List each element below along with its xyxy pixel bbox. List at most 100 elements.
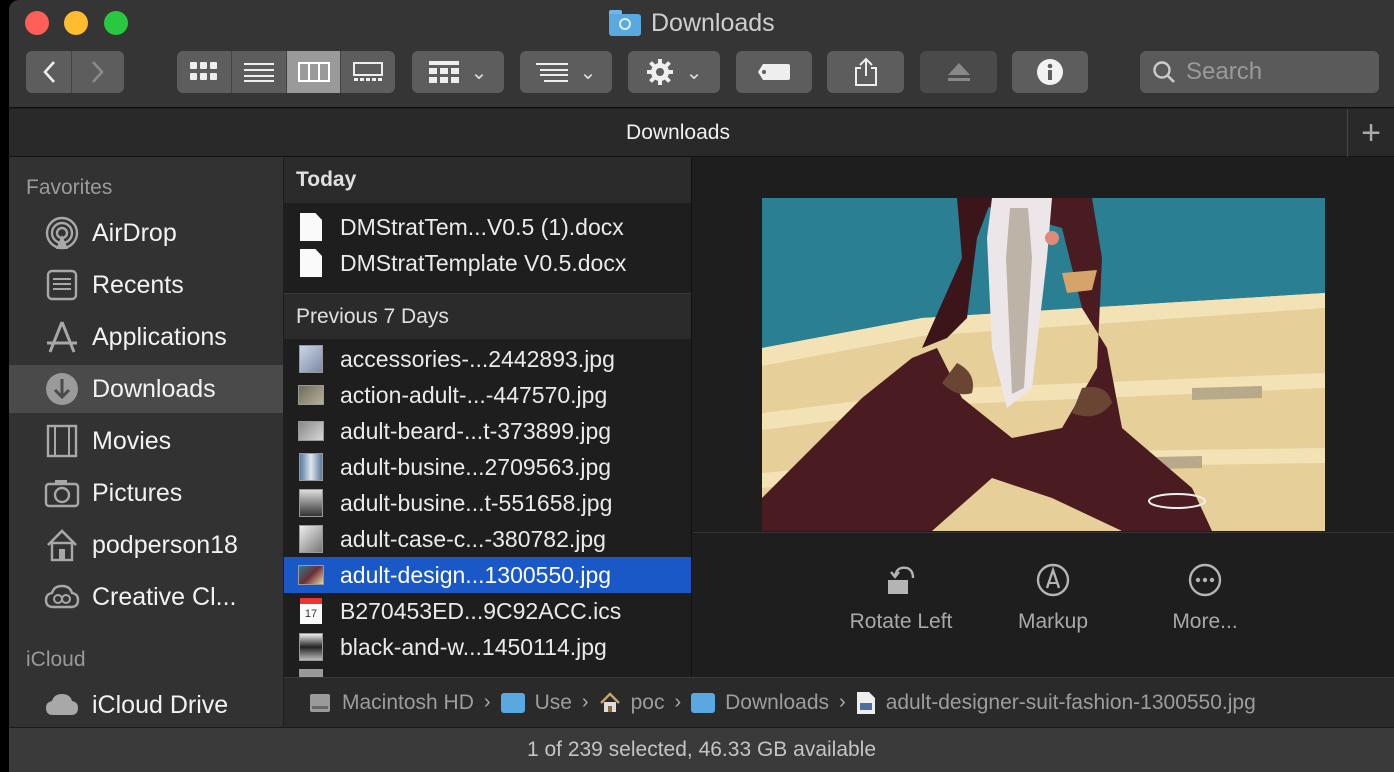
- sidebar-item-icloud-drive[interactable]: iCloud Drive: [9, 681, 283, 727]
- chevron-down-icon: ⌄: [579, 61, 597, 84]
- sidebar-item-label: Movies: [92, 426, 172, 455]
- columns-icon: [297, 62, 330, 82]
- list-view-button[interactable]: [232, 51, 287, 93]
- action-label: Rotate Left: [849, 610, 953, 633]
- chevron-down-icon: ⌄: [685, 61, 703, 84]
- image-thumbnail-icon: [298, 381, 324, 409]
- group-by-button[interactable]: ⌄: [412, 51, 504, 93]
- sidebar-item-downloads[interactable]: Downloads: [9, 365, 283, 413]
- image-file-icon: [856, 691, 875, 714]
- search-field[interactable]: [1140, 51, 1379, 93]
- file-row-selected[interactable]: adult-design...1300550.jpg: [284, 557, 691, 593]
- chevron-down-icon: ⌄: [470, 61, 488, 84]
- section-header-today: Today: [284, 157, 691, 203]
- new-tab-button[interactable]: +: [1347, 109, 1394, 157]
- search-input[interactable]: [1186, 58, 1366, 86]
- sidebar-item-label: Recents: [92, 270, 184, 299]
- file-row[interactable]: accessories-...2442893.jpg: [284, 341, 691, 377]
- path-item-downloads[interactable]: Downloads: [691, 691, 829, 715]
- sidebar-item-pictures[interactable]: Pictures: [9, 469, 283, 517]
- path-item-file[interactable]: adult-designer-suit-fashion-1300550.jpg: [856, 691, 1256, 715]
- title-toolbar: Downloads ⌄ ⌄ ⌄ Search: [9, 0, 1394, 108]
- downloads-folder-icon: [691, 692, 716, 713]
- home-icon: [599, 691, 620, 712]
- applications-icon: [43, 318, 81, 356]
- preview-divider: [693, 532, 1394, 533]
- cloud-icon: [43, 686, 81, 724]
- gallery-view-button[interactable]: [341, 51, 395, 93]
- action-menu-button[interactable]: ⌄: [628, 51, 720, 93]
- chevron-right-icon: [92, 61, 104, 83]
- sidebar-item-label: Pictures: [92, 478, 183, 507]
- airdrop-icon: [43, 214, 81, 252]
- image-thumbnail-icon: [298, 525, 324, 553]
- window-title: Downloads: [609, 8, 775, 38]
- file-row[interactable]: DMStratTemplate V0.5.docx: [284, 245, 691, 281]
- sidebar-icloud-header: iCloud: [26, 648, 86, 671]
- chevron-left-icon: [42, 61, 55, 83]
- file-name: action-adult-...-447570.jpg: [340, 381, 608, 408]
- close-window-button[interactable]: [25, 11, 49, 35]
- sidebar-item-applications[interactable]: Applications: [9, 313, 283, 361]
- file-row[interactable]: adult-busine...2709563.jpg: [284, 449, 691, 485]
- more-button[interactable]: More...: [1135, 562, 1275, 634]
- file-row[interactable]: adult-case-c...-380782.jpg: [284, 521, 691, 557]
- downloads-icon: [43, 370, 81, 408]
- image-thumbnail-icon: [298, 417, 324, 445]
- back-button[interactable]: [26, 51, 72, 93]
- forward-button[interactable]: [72, 51, 124, 93]
- preview-image: [762, 198, 1325, 531]
- sidebar-favorites-header: Favorites: [26, 176, 113, 199]
- search-icon: [1153, 61, 1175, 83]
- recents-icon: [43, 266, 81, 304]
- file-row-partial[interactable]: [284, 665, 691, 677]
- sidebar-item-airdrop[interactable]: AirDrop: [9, 209, 283, 257]
- file-column: Today DMStratTem...V0.5 (1).docx DMStrat…: [284, 157, 692, 677]
- sidebar-item-movies[interactable]: Movies: [9, 417, 283, 465]
- path-item-macintosh-hd[interactable]: Macintosh HD: [308, 691, 474, 715]
- file-row[interactable]: 17 B270453ED...9C92ACC.ics: [284, 593, 691, 629]
- camera-icon: [43, 474, 81, 512]
- icon-view-button[interactable]: [177, 51, 232, 93]
- document-icon: [298, 249, 324, 277]
- file-row[interactable]: DMStratTem...V0.5 (1).docx: [284, 209, 691, 245]
- file-row[interactable]: adult-beard-...t-373899.jpg: [284, 413, 691, 449]
- rotate-left-button[interactable]: Rotate Left: [831, 562, 971, 634]
- sidebar-item-recents[interactable]: Recents: [9, 261, 283, 309]
- share-icon: [854, 57, 877, 86]
- file-row[interactable]: adult-busine...t-551658.jpg: [284, 485, 691, 521]
- sidebar-item-label: podperson18: [92, 530, 238, 559]
- column-view-button[interactable]: [287, 51, 341, 93]
- creative-cloud-icon: [43, 578, 81, 616]
- path-separator: ›: [674, 691, 682, 713]
- file-name: DMStratTemplate V0.5.docx: [340, 249, 627, 276]
- section-header-previous-7-days: Previous 7 Days: [284, 293, 691, 339]
- movies-icon: [43, 422, 81, 460]
- tags-button[interactable]: [736, 51, 812, 93]
- document-icon: [298, 213, 324, 241]
- markup-icon: [1036, 563, 1070, 597]
- markup-button[interactable]: Markup: [983, 562, 1123, 634]
- share-button[interactable]: [827, 51, 904, 93]
- sidebar-item-home[interactable]: podperson18: [9, 521, 283, 569]
- file-row[interactable]: action-adult-...-447570.jpg: [284, 377, 691, 413]
- sidebar-item-creative-cloud[interactable]: Creative Cl...: [9, 573, 283, 621]
- minimize-window-button[interactable]: [64, 11, 88, 35]
- downloads-folder-icon: [609, 10, 641, 36]
- image-thumbnail-icon: [298, 489, 324, 517]
- sidebar-item-label: Downloads: [92, 374, 216, 403]
- path-item-users[interactable]: Use: [500, 691, 572, 715]
- get-info-button[interactable]: [1012, 51, 1088, 93]
- tab-downloads[interactable]: Downloads: [9, 109, 1347, 157]
- file-name: adult-design...1300550.jpg: [340, 561, 612, 588]
- action-label: More...: [1172, 610, 1238, 633]
- file-row[interactable]: black-and-w...1450114.jpg: [284, 629, 691, 665]
- folder-icon: [500, 692, 525, 713]
- grid-icon: [190, 62, 217, 80]
- eject-button[interactable]: [920, 51, 997, 93]
- sort-by-button[interactable]: ⌄: [520, 51, 612, 93]
- zoom-window-button[interactable]: [104, 11, 128, 35]
- home-icon: [43, 526, 81, 564]
- image-thumbnail-icon: [298, 633, 324, 661]
- path-item-home[interactable]: poc: [599, 691, 664, 715]
